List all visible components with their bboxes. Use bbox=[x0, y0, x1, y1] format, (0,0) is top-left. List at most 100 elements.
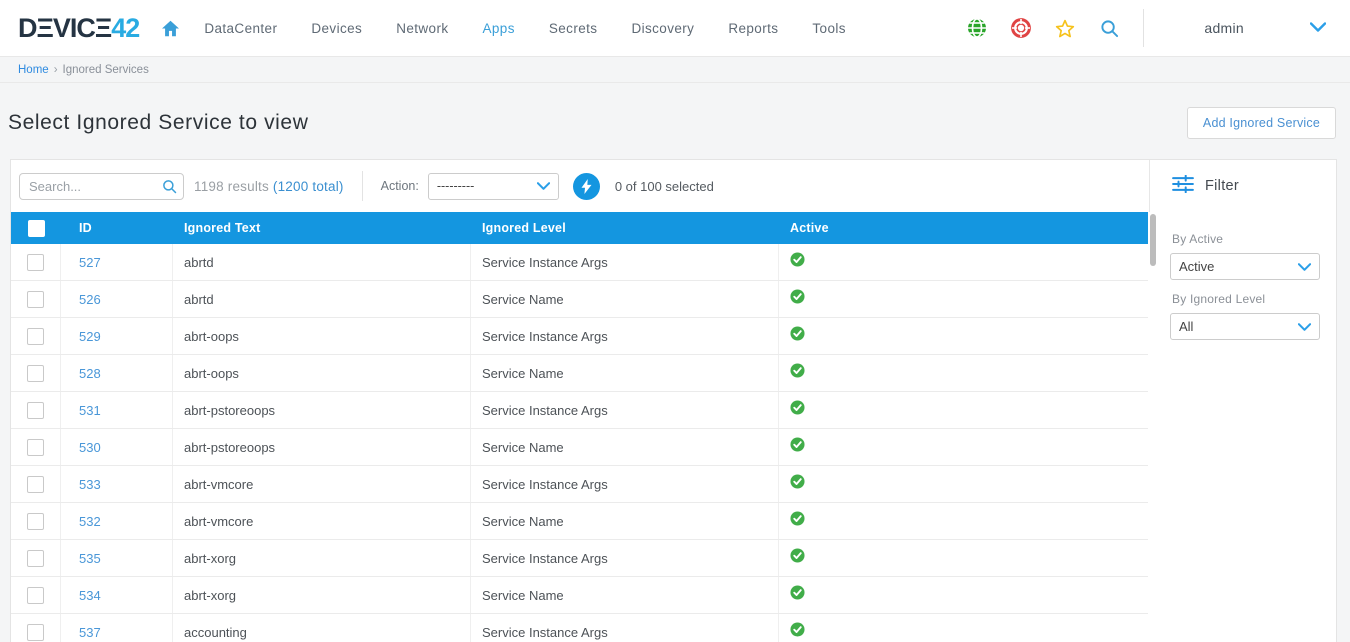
nav-item-apps[interactable]: Apps bbox=[483, 21, 515, 36]
lightning-bolt-icon bbox=[581, 178, 592, 194]
row-ignored-text: abrtd bbox=[173, 244, 471, 280]
table-row: 532 abrt-vmcore Service Name bbox=[11, 503, 1149, 540]
by-active-select[interactable]: Active bbox=[1170, 253, 1320, 280]
breadcrumb-home-link[interactable]: Home bbox=[18, 64, 49, 76]
table-row: 535 abrt-xorg Service Instance Args bbox=[11, 540, 1149, 577]
row-id-link[interactable]: 528 bbox=[79, 366, 101, 381]
device42-logo[interactable]: DΞVICΞ 42 bbox=[18, 12, 140, 44]
table-row: 528 abrt-oops Service Name bbox=[11, 355, 1149, 392]
nav-item-reports[interactable]: Reports bbox=[728, 21, 778, 36]
by-ignored-level-select-value: All bbox=[1179, 319, 1194, 334]
active-check-icon bbox=[790, 511, 805, 531]
row-ignored-text: accounting bbox=[173, 614, 471, 642]
total-results-link[interactable]: (1200 total) bbox=[273, 179, 344, 194]
active-check-icon bbox=[790, 437, 805, 457]
active-check-icon bbox=[790, 252, 805, 272]
row-ignored-level: Service Instance Args bbox=[471, 466, 779, 502]
main-nav: DataCenter Devices Network Apps Secrets … bbox=[204, 21, 967, 36]
navbar-divider bbox=[1143, 9, 1145, 47]
select-all-checkbox[interactable] bbox=[27, 219, 45, 237]
row-checkbox[interactable] bbox=[27, 512, 44, 530]
by-ignored-level-select[interactable]: All bbox=[1170, 313, 1320, 340]
column-header-id[interactable]: ID bbox=[61, 221, 173, 235]
results-text: 1198 results bbox=[194, 178, 269, 194]
row-ignored-text: abrt-pstoreoops bbox=[173, 392, 471, 428]
active-check-icon bbox=[790, 622, 805, 642]
row-ignored-level: Service Instance Args bbox=[471, 244, 779, 280]
active-check-icon bbox=[790, 289, 805, 309]
column-header-active[interactable]: Active bbox=[779, 221, 1148, 235]
action-select[interactable]: --------- bbox=[427, 172, 559, 200]
row-checkbox[interactable] bbox=[27, 364, 44, 382]
column-header-ignored-text[interactable]: Ignored Text bbox=[173, 221, 471, 235]
row-id-link[interactable]: 526 bbox=[79, 292, 101, 307]
row-id-link[interactable]: 527 bbox=[79, 255, 101, 270]
row-checkbox[interactable] bbox=[27, 549, 44, 567]
nav-item-tools[interactable]: Tools bbox=[812, 21, 846, 36]
add-ignored-service-button[interactable]: Add Ignored Service bbox=[1186, 107, 1336, 139]
breadcrumb: Home › Ignored Services bbox=[0, 57, 1350, 83]
ignored-services-panel: 1198 results (1200 total) Action: ------… bbox=[10, 159, 1337, 642]
filter-sidebar: By Active Active By Ignored Level All bbox=[1158, 212, 1336, 642]
table-toolbar: 1198 results (1200 total) Action: ------… bbox=[11, 160, 1149, 212]
chevron-down-icon bbox=[1298, 322, 1311, 331]
action-select-value: --------- bbox=[436, 179, 475, 193]
row-ignored-text: abrt-pstoreoops bbox=[173, 429, 471, 465]
nav-item-devices[interactable]: Devices bbox=[311, 21, 362, 36]
lifering-icon[interactable] bbox=[1011, 18, 1032, 38]
row-ignored-level: Service Instance Args bbox=[471, 614, 779, 642]
row-id-link[interactable]: 537 bbox=[79, 625, 101, 640]
row-ignored-text: abrt-oops bbox=[173, 318, 471, 354]
toolbar-divider bbox=[361, 171, 363, 201]
row-id-link[interactable]: 529 bbox=[79, 329, 101, 344]
chevron-down-icon bbox=[536, 182, 550, 190]
row-id-link[interactable]: 533 bbox=[79, 477, 101, 492]
row-ignored-level: Service Name bbox=[471, 281, 779, 317]
row-ignored-text: abrt-oops bbox=[173, 355, 471, 391]
row-id-link[interactable]: 530 bbox=[79, 440, 101, 455]
row-id-link[interactable]: 534 bbox=[79, 588, 101, 603]
star-icon[interactable] bbox=[1055, 18, 1075, 38]
row-checkbox[interactable] bbox=[27, 586, 44, 604]
admin-menu[interactable]: admin bbox=[1148, 19, 1336, 37]
nav-item-discovery[interactable]: Discovery bbox=[631, 21, 694, 36]
home-icon[interactable] bbox=[161, 20, 180, 37]
row-ignored-text: abrt-vmcore bbox=[173, 466, 471, 502]
logo-number: 42 bbox=[111, 12, 140, 43]
row-checkbox[interactable] bbox=[27, 623, 44, 641]
row-checkbox[interactable] bbox=[27, 475, 44, 493]
active-check-icon bbox=[790, 548, 805, 568]
results-count: 1198 results (1200 total) bbox=[194, 179, 344, 194]
breadcrumb-current: Ignored Services bbox=[62, 63, 149, 76]
table-row: 526 abrtd Service Name bbox=[11, 281, 1149, 318]
selected-count: 0 of 100 selected bbox=[614, 178, 714, 194]
row-checkbox[interactable] bbox=[27, 290, 44, 308]
row-id-link[interactable]: 532 bbox=[79, 514, 101, 529]
navbar-right-icons bbox=[967, 18, 1119, 38]
nav-item-network[interactable]: Network bbox=[396, 21, 448, 36]
row-checkbox[interactable] bbox=[27, 327, 44, 345]
table-header-row: ID Ignored Text Ignored Level Active bbox=[11, 212, 1149, 244]
active-check-icon bbox=[790, 326, 805, 346]
chevron-down-icon bbox=[1309, 19, 1327, 37]
globe-icon[interactable] bbox=[967, 18, 987, 38]
nav-item-datacenter[interactable]: DataCenter bbox=[204, 21, 277, 36]
row-ignored-level: Service Name bbox=[471, 429, 779, 465]
search-input[interactable] bbox=[19, 172, 184, 200]
row-ignored-level: Service Name bbox=[471, 577, 779, 613]
row-id-link[interactable]: 535 bbox=[79, 551, 101, 566]
admin-label: admin bbox=[1204, 20, 1244, 36]
action-label: Action: bbox=[380, 179, 419, 193]
row-checkbox[interactable] bbox=[27, 401, 44, 419]
row-checkbox[interactable] bbox=[27, 438, 44, 456]
row-checkbox[interactable] bbox=[27, 253, 44, 271]
nav-item-secrets[interactable]: Secrets bbox=[549, 21, 598, 36]
search-icon[interactable] bbox=[1099, 18, 1119, 38]
table-row: 527 abrtd Service Instance Args bbox=[11, 244, 1149, 281]
row-ignored-text: abrt-xorg bbox=[173, 540, 471, 576]
apply-action-button[interactable] bbox=[572, 172, 600, 200]
column-header-ignored-level[interactable]: Ignored Level bbox=[471, 221, 779, 235]
search-input-icon[interactable] bbox=[162, 179, 177, 199]
scrollbar-thumb[interactable] bbox=[1150, 214, 1157, 266]
row-id-link[interactable]: 531 bbox=[79, 403, 101, 418]
